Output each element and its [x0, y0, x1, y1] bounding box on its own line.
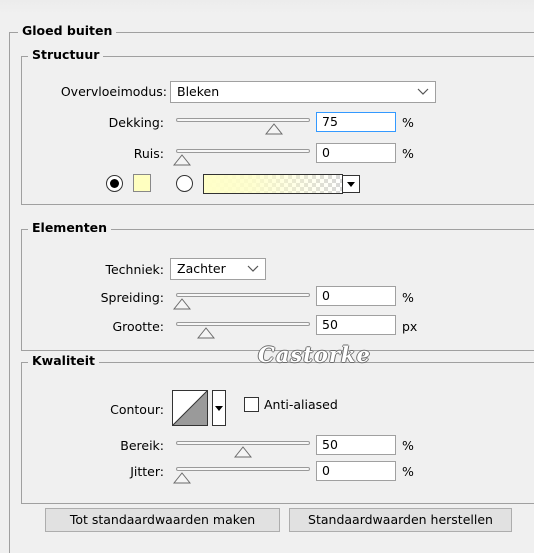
size-slider-thumb[interactable]	[197, 327, 216, 339]
anti-aliased-checkbox[interactable]	[244, 397, 259, 412]
noise-slider-track[interactable]	[176, 149, 310, 153]
range-slider-track[interactable]	[176, 441, 310, 445]
size-unit: px	[402, 319, 418, 334]
contour-curve-icon	[173, 391, 207, 425]
noise-unit: %	[402, 146, 414, 161]
spread-input[interactable]: 0	[316, 286, 396, 306]
top-edge-strip	[0, 0, 534, 12]
jitter-label: Jitter:	[130, 464, 164, 479]
outer-glow-title: Gloed buiten	[18, 23, 117, 38]
caret-down-icon	[215, 406, 223, 411]
gradient-radio[interactable]	[176, 175, 193, 192]
contour-dropdown-button[interactable]	[212, 390, 226, 426]
opacity-input[interactable]: 75	[316, 112, 396, 132]
solid-color-radio[interactable]	[106, 175, 123, 192]
jitter-input[interactable]: 0	[316, 461, 396, 481]
quality-group	[21, 362, 534, 504]
range-label: Bereik:	[120, 438, 164, 453]
quality-legend: Kwaliteit	[28, 353, 99, 368]
technique-label: Techniek:	[105, 262, 164, 277]
spread-label: Spreiding:	[100, 290, 164, 305]
technique-value: Zachter	[177, 261, 226, 276]
size-label: Grootte:	[112, 319, 164, 334]
spread-unit: %	[402, 290, 414, 305]
spread-slider-thumb[interactable]	[173, 298, 191, 310]
glow-gradient-preview[interactable]	[203, 174, 343, 194]
elements-legend: Elementen	[28, 220, 112, 235]
contour-preview[interactable]	[172, 390, 208, 426]
range-unit: %	[402, 438, 414, 453]
chevron-down-icon	[417, 88, 429, 95]
spread-slider-track[interactable]	[176, 293, 310, 297]
reset-default-button[interactable]: Standaardwaarden herstellen	[289, 508, 512, 532]
blend-mode-value: Bleken	[177, 84, 220, 99]
anti-aliased-label: Anti-aliased	[264, 397, 338, 412]
blend-mode-label: Overvloeimodus:	[60, 84, 167, 99]
castorke-watermark: Castorke	[258, 342, 371, 367]
jitter-slider-thumb[interactable]	[173, 472, 191, 484]
opacity-slider-track[interactable]	[176, 118, 310, 122]
opacity-slider-thumb[interactable]	[264, 123, 283, 135]
contour-label: Contour:	[110, 402, 164, 417]
opacity-unit: %	[402, 115, 414, 130]
size-input[interactable]: 50	[316, 315, 396, 335]
blend-mode-select[interactable]: Bleken	[170, 81, 436, 103]
technique-select[interactable]: Zachter	[170, 258, 266, 280]
range-slider-thumb[interactable]	[234, 446, 252, 458]
noise-label: Ruis:	[133, 146, 164, 161]
make-default-button[interactable]: Tot standaardwaarden maken	[45, 508, 280, 532]
structure-legend: Structuur	[28, 47, 104, 62]
noise-input[interactable]: 0	[316, 143, 396, 163]
chevron-down-icon	[247, 265, 259, 272]
size-slider-track[interactable]	[176, 322, 310, 326]
glow-color-swatch[interactable]	[133, 174, 151, 192]
gradient-dropdown-button[interactable]	[342, 175, 360, 193]
jitter-slider-track[interactable]	[176, 467, 310, 471]
noise-slider-thumb[interactable]	[173, 154, 191, 166]
elements-group	[21, 229, 534, 351]
range-input[interactable]: 50	[316, 435, 396, 455]
jitter-unit: %	[402, 464, 414, 479]
opacity-label: Dekking:	[108, 115, 164, 130]
caret-down-icon	[347, 182, 355, 187]
